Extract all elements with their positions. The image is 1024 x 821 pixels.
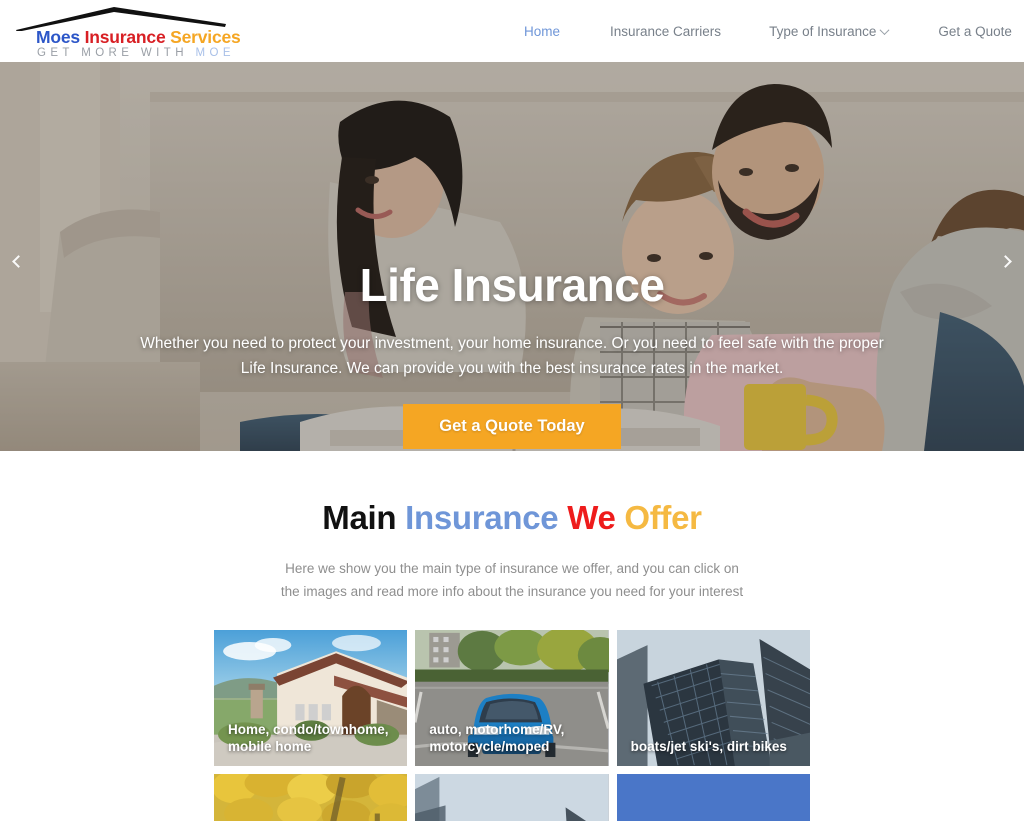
- main-navigation: Home Insurance Carriers Type of Insuranc…: [500, 0, 1024, 62]
- insurance-card-home[interactable]: Home, condo/townhome, mobile home: [214, 630, 408, 767]
- section-title-word-offer: Offer: [624, 499, 702, 536]
- insurance-card-home-label: Home, condo/townhome, mobile home: [228, 721, 389, 755]
- insurance-card-boats[interactable]: boats/jet ski's, dirt bikes: [616, 630, 810, 767]
- logo-word-insurance: Insurance: [84, 27, 166, 47]
- hero-title: Life Insurance: [359, 259, 665, 311]
- insurance-card-auto-label: auto, motorhome/RV, motorcycle/moped: [429, 721, 565, 755]
- hero-content: Life Insurance Whether you need to prote…: [0, 260, 1024, 449]
- get-a-quote-today-button[interactable]: Get a Quote Today: [403, 403, 621, 449]
- nav-item-home-label: Home: [524, 23, 561, 39]
- section-title-word-main: Main: [322, 499, 397, 536]
- section-title: Main Insurance We Offer: [0, 499, 1024, 537]
- section-subtitle: Here we show you the main type of insura…: [280, 561, 744, 599]
- logo-word-services: Services: [170, 27, 241, 47]
- nav-item-home[interactable]: Home: [512, 24, 572, 39]
- insurance-card-auto[interactable]: auto, motorhome/RV, motorcycle/moped: [415, 630, 609, 767]
- section-title-word-insurance: Insurance: [405, 499, 559, 536]
- insurance-card-boats-label: boats/jet ski's, dirt bikes: [630, 739, 787, 755]
- chevron-right-icon: [999, 254, 1012, 268]
- insurance-card-umbrella[interactable]: [214, 774, 408, 821]
- umbrella-autumn-foliage-image: [214, 774, 408, 821]
- nav-item-type-of-insurance-label: Type of Insurance: [769, 23, 877, 39]
- logo-wordmark: Moes Insurance Services: [36, 27, 241, 48]
- glass-skyscrapers-sky-image: [415, 774, 609, 821]
- insurance-card-blue[interactable]: [616, 774, 810, 821]
- nav-item-get-a-quote[interactable]: Get a Quote: [926, 24, 1024, 39]
- carousel-prev-button[interactable]: [4, 248, 30, 274]
- nav-item-type-of-insurance[interactable]: Type of Insurance: [757, 24, 900, 39]
- logo-tagline-main: GET MORE WITH: [37, 47, 188, 59]
- nav-item-get-a-quote-label: Get a Quote: [938, 23, 1012, 39]
- hero-subtitle: Whether you need to protect your investm…: [140, 334, 884, 378]
- insurance-card-commercial[interactable]: [415, 774, 609, 821]
- site-header: Moes Insurance Services GET MORE WITH MO…: [0, 0, 1024, 62]
- chevron-left-icon: [12, 254, 25, 268]
- section-title-word-we: We: [567, 499, 616, 536]
- nav-item-insurance-carriers[interactable]: Insurance Carriers: [598, 24, 733, 39]
- logo-word-moes: Moes: [36, 27, 80, 47]
- main-insurance-section: Main Insurance We Offer Here we show you…: [0, 451, 1024, 821]
- carousel-next-button[interactable]: [994, 248, 1020, 274]
- insurance-card-grid: Home, condo/townhome, mobile home auto, …: [214, 630, 810, 821]
- logo-tagline: GET MORE WITH MOE: [37, 47, 235, 59]
- chevron-down-icon: [879, 24, 890, 35]
- hero-carousel: Life Insurance Whether you need to prote…: [0, 62, 1024, 451]
- nav-item-insurance-carriers-label: Insurance Carriers: [610, 23, 722, 39]
- logo-tagline-accent: MOE: [195, 47, 235, 59]
- site-logo[interactable]: Moes Insurance Services GET MORE WITH MO…: [14, 3, 244, 59]
